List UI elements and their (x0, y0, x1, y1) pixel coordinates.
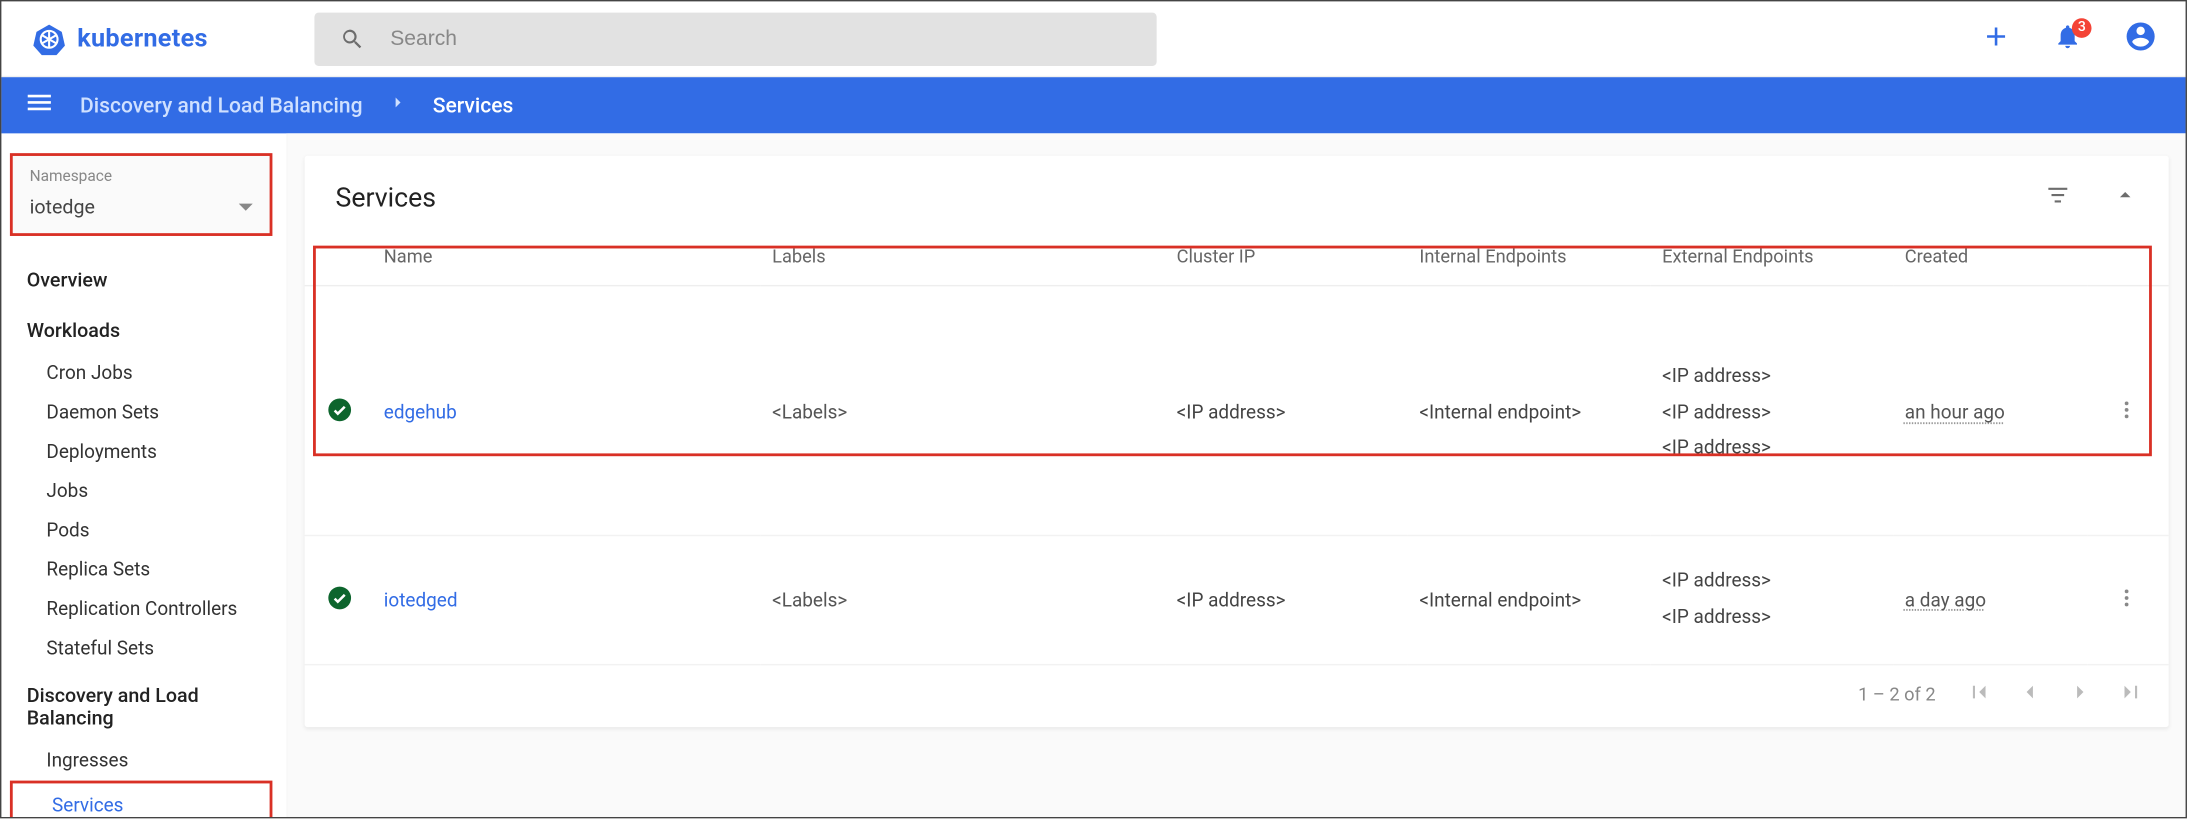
last-page-icon (2118, 680, 2143, 705)
filter-icon (2045, 182, 2070, 207)
more-vert-icon (2115, 586, 2137, 608)
sidebar-jobs[interactable]: Jobs (7, 472, 281, 511)
col-internal-endpoints[interactable]: Internal Endpoints (1408, 233, 1651, 286)
main-content: Services Name Labels Cluster IP Interna (288, 133, 2186, 817)
menu-button[interactable] (24, 87, 55, 123)
chevron-down-icon (239, 201, 253, 215)
search-icon (340, 26, 365, 51)
cell-internal-endpoint: <Internal endpoint> (1408, 286, 1651, 536)
first-page-icon (1967, 680, 1992, 705)
sidebar-stateful-sets[interactable]: Stateful Sets (7, 629, 281, 668)
user-button[interactable] (2124, 19, 2158, 58)
more-vert-icon (2115, 399, 2137, 421)
col-external-endpoints[interactable]: External Endpoints (1651, 233, 1894, 286)
col-labels[interactable]: Labels (761, 233, 1166, 286)
page-range: 1 – 2 of 2 (1858, 685, 1936, 706)
services-card: Services Name Labels Cluster IP Interna (305, 156, 2169, 728)
service-link[interactable]: iotedged (384, 589, 458, 611)
hamburger-icon (24, 87, 55, 118)
plus-icon (1981, 20, 2012, 51)
notification-badge: 3 (2072, 18, 2091, 38)
page-prev[interactable] (2017, 680, 2042, 711)
services-table: Name Labels Cluster IP Internal Endpoint… (305, 233, 2169, 666)
cell-labels: <Labels> (761, 535, 1166, 665)
sidebar: Namespace iotedge Overview Workloads Cro… (1, 133, 287, 817)
page-last[interactable] (2118, 680, 2143, 711)
row-menu-button[interactable] (2115, 592, 2137, 614)
table-row[interactable]: iotedged <Labels> <IP address> <Internal… (305, 535, 2169, 665)
namespace-label: Namespace (29, 167, 252, 185)
chevron-right-icon (2068, 680, 2093, 705)
sidebar-deployments[interactable]: Deployments (7, 432, 281, 471)
add-button[interactable] (1981, 20, 2012, 56)
cell-labels: <Labels> (761, 286, 1166, 536)
card-title: Services (335, 181, 436, 213)
breadcrumb-bar: Discovery and Load Balancing Services (1, 77, 2185, 133)
sidebar-cron-jobs[interactable]: Cron Jobs (7, 354, 281, 393)
page-next[interactable] (2068, 680, 2093, 711)
search-box[interactable] (314, 12, 1156, 65)
page-first[interactable] (1967, 680, 1992, 711)
sidebar-replica-sets[interactable]: Replica Sets (7, 550, 281, 589)
cell-internal-endpoint: <Internal endpoint> (1408, 535, 1651, 665)
col-created[interactable]: Created (1894, 233, 2088, 286)
breadcrumb-current: Services (433, 93, 514, 118)
kubernetes-wheel-icon (32, 22, 66, 56)
chevron-up-icon (2113, 182, 2138, 207)
user-icon (2124, 19, 2158, 53)
namespace-selector[interactable]: Namespace iotedge (10, 153, 272, 236)
sidebar-replication-controllers[interactable]: Replication Controllers (7, 590, 281, 629)
sidebar-pods[interactable]: Pods (7, 511, 281, 550)
status-ok-icon (327, 593, 352, 615)
cell-cluster-ip: <IP address> (1165, 535, 1408, 665)
service-link[interactable]: edgehub (384, 402, 457, 424)
sidebar-overview[interactable]: Overview (7, 253, 281, 304)
cell-created: a day ago (1905, 589, 1986, 611)
row-menu-button[interactable] (2115, 405, 2137, 427)
collapse-button[interactable] (2113, 182, 2138, 213)
namespace-value: iotedge (29, 197, 94, 219)
logo-text: kubernetes (77, 24, 208, 53)
chevron-right-icon (388, 93, 408, 118)
notifications-button[interactable]: 3 (2054, 22, 2082, 56)
sidebar-daemon-sets[interactable]: Daemon Sets (7, 393, 281, 432)
col-cluster-ip[interactable]: Cluster IP (1165, 233, 1408, 286)
sidebar-dlb[interactable]: Discovery and Load Balancing (7, 668, 281, 741)
cell-created: an hour ago (1905, 402, 2005, 424)
pagination: 1 – 2 of 2 (305, 666, 2169, 728)
filter-button[interactable] (2045, 182, 2070, 213)
search-input[interactable] (390, 27, 1131, 51)
col-name[interactable]: Name (373, 233, 761, 286)
cell-external-endpoints: <IP address><IP address><IP address> (1662, 359, 1882, 467)
chevron-left-icon (2017, 680, 2042, 705)
logo[interactable]: kubernetes (32, 22, 207, 56)
topbar: kubernetes 3 (1, 1, 2185, 77)
table-row[interactable]: edgehub <Labels> <IP address> <Internal … (305, 286, 2169, 536)
sidebar-workloads[interactable]: Workloads (7, 303, 281, 354)
cell-external-endpoints: <IP address><IP address> (1662, 564, 1882, 636)
sidebar-services[interactable]: Services (13, 786, 270, 817)
sidebar-ingresses[interactable]: Ingresses (7, 741, 281, 780)
cell-cluster-ip: <IP address> (1165, 286, 1408, 536)
status-ok-icon (327, 406, 352, 428)
breadcrumb-parent[interactable]: Discovery and Load Balancing (80, 93, 363, 118)
